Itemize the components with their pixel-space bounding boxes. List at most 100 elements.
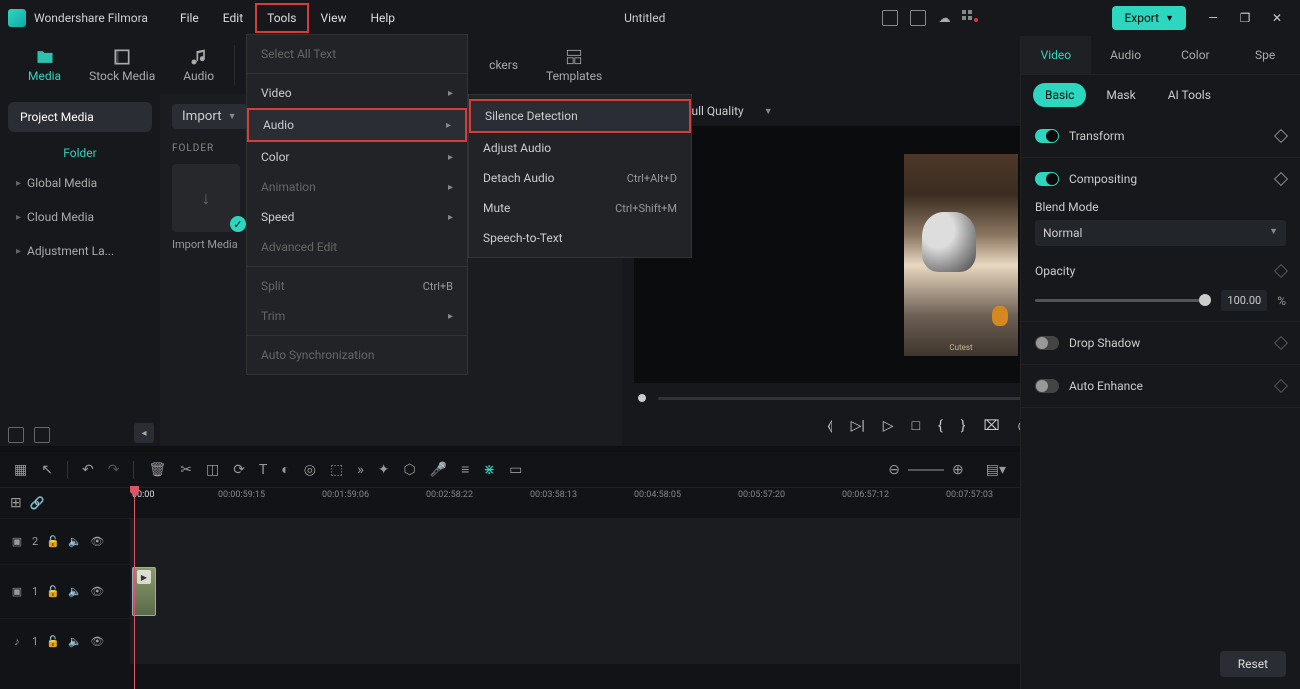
playhead-dot[interactable]	[638, 394, 646, 402]
track-body[interactable]: ▶	[130, 565, 1020, 618]
eye-icon[interactable]: 👁	[90, 585, 104, 599]
menu-detach-audio[interactable]: Detach AudioCtrl+Alt+D	[469, 163, 691, 193]
menu-adjust-audio[interactable]: Adjust Audio	[469, 133, 691, 163]
text-icon[interactable]: T	[259, 462, 267, 478]
maximize-button[interactable]: ❐	[1238, 11, 1252, 25]
playhead[interactable]	[134, 486, 135, 689]
keyframe-icon[interactable]	[1274, 172, 1288, 186]
menu-view[interactable]: View	[309, 3, 359, 33]
subtab-basic[interactable]: Basic	[1033, 83, 1086, 107]
keyframe-icon[interactable]	[1274, 264, 1288, 278]
prop-tab-audio[interactable]: Audio	[1091, 36, 1161, 74]
prop-tab-color[interactable]: Color	[1161, 36, 1231, 74]
auto-enhance-toggle[interactable]	[1035, 379, 1059, 393]
undo-icon[interactable]: ↶	[82, 462, 94, 478]
opacity-value[interactable]: 100.00	[1221, 290, 1267, 311]
drop-shadow-toggle[interactable]	[1035, 336, 1059, 350]
menu-help[interactable]: Help	[358, 3, 407, 33]
zoom-in-icon[interactable]: ⊕	[952, 462, 964, 478]
apps-grid-icon[interactable]: ▦	[14, 462, 27, 478]
menu-speed[interactable]: Speed▸	[247, 202, 467, 232]
tab-stickers[interactable]: ckers	[477, 52, 530, 78]
menu-select-all-text[interactable]: Select All Text	[247, 39, 467, 69]
video-clip[interactable]: ▶	[132, 567, 156, 616]
prop-tab-video[interactable]: Video	[1021, 36, 1091, 74]
mask-icon[interactable]: ◎	[304, 462, 316, 478]
lock-icon[interactable]: 🔓	[46, 635, 60, 649]
stop-button[interactable]: □	[912, 417, 920, 434]
mixer-icon[interactable]: ≡	[461, 461, 469, 478]
auto-beat-icon[interactable]: ⋇	[483, 462, 495, 478]
speed-icon[interactable]: ⟳	[233, 462, 245, 478]
cloud-icon[interactable]: ☁	[938, 11, 950, 25]
tab-stock-media[interactable]: Stock Media	[77, 41, 167, 89]
play-button[interactable]: ▷	[883, 418, 894, 434]
project-media-header[interactable]: Project Media	[8, 102, 152, 132]
save-icon[interactable]	[910, 10, 926, 26]
import-button[interactable]: Import▼	[172, 104, 247, 129]
transform-toggle[interactable]	[1035, 129, 1059, 143]
mute-icon[interactable]: 🔈	[68, 635, 82, 649]
mute-icon[interactable]: 🔈	[68, 535, 82, 549]
tab-templates[interactable]: Templates	[534, 41, 614, 89]
subtab-mask[interactable]: Mask	[1094, 83, 1147, 107]
prev-frame-button[interactable]: ⦉	[827, 418, 832, 434]
step-back-button[interactable]: ▷|	[851, 418, 865, 434]
remove-folder-icon[interactable]	[34, 427, 50, 443]
lock-icon[interactable]: 🔓	[46, 585, 60, 599]
menu-trim[interactable]: Trim▸	[247, 301, 467, 331]
zoom-out-icon[interactable]: ⊖	[888, 462, 900, 478]
menu-auto-sync[interactable]: Auto Synchronization	[247, 340, 467, 370]
delete-icon[interactable]: 🗑	[148, 462, 166, 478]
menu-color[interactable]: Color▸	[247, 142, 467, 172]
zoom-slider[interactable]	[908, 469, 944, 471]
track-add-icon[interactable]: ⊞	[10, 495, 22, 511]
keyframe-icon[interactable]	[1274, 129, 1288, 143]
sidebar-item-adjustment-layer[interactable]: ▸Adjustment La...	[8, 234, 152, 268]
menu-audio[interactable]: Audio▸	[247, 108, 467, 142]
menu-tools[interactable]: Tools	[255, 3, 308, 33]
add-folder-icon[interactable]	[8, 427, 24, 443]
device-icon[interactable]	[882, 10, 898, 26]
eye-icon[interactable]: 👁	[90, 635, 104, 649]
display-icon[interactable]: ⌧	[984, 418, 1000, 434]
mic-icon[interactable]: 🎤	[430, 462, 447, 478]
menu-advanced-edit[interactable]: Advanced Edit	[247, 232, 467, 262]
blend-mode-select[interactable]: Normal▼	[1035, 220, 1286, 246]
cursor-icon[interactable]: ↖	[41, 462, 53, 478]
folder-tab[interactable]: Folder	[8, 140, 152, 166]
menu-split[interactable]: SplitCtrl+B	[247, 271, 467, 301]
menu-video[interactable]: Video▸	[247, 78, 467, 108]
sidebar-item-cloud-media[interactable]: ▸Cloud Media	[8, 200, 152, 234]
shield-icon[interactable]: ⬡	[404, 462, 416, 478]
collapse-sidebar-button[interactable]: ◂	[134, 423, 154, 443]
track-body[interactable]	[130, 519, 1020, 564]
prop-tab-speed[interactable]: Spe	[1230, 36, 1300, 74]
eye-icon[interactable]: 👁	[90, 535, 104, 549]
sidebar-item-global-media[interactable]: ▸Global Media	[8, 166, 152, 200]
tab-audio[interactable]: Audio	[171, 41, 226, 89]
minimize-button[interactable]: —	[1206, 11, 1220, 25]
menu-silence-detection[interactable]: Silence Detection	[469, 99, 691, 133]
more-icon[interactable]: »	[357, 462, 364, 478]
mark-in-button[interactable]: {	[938, 418, 943, 434]
menu-speech-to-text[interactable]: Speech-to-Text	[469, 223, 691, 253]
cut-icon[interactable]: ✂	[180, 462, 192, 478]
menu-animation[interactable]: Animation▸	[247, 172, 467, 202]
crop-icon[interactable]: ◫	[206, 462, 219, 478]
apps-icon[interactable]	[962, 10, 978, 26]
timeline-ruler[interactable]: 00:00 00:00:59:15 00:01:59:06 00:02:58:2…	[130, 488, 1020, 518]
mark-out-button[interactable]: }	[961, 418, 966, 434]
menu-mute[interactable]: MuteCtrl+Shift+M	[469, 193, 691, 223]
link-icon[interactable]: 🔗	[30, 496, 45, 510]
menu-file[interactable]: File	[168, 3, 211, 33]
transform-icon[interactable]: ⬚	[330, 462, 343, 478]
tab-media[interactable]: Media	[16, 41, 73, 89]
redo-icon[interactable]: ↷	[108, 462, 120, 478]
quality-dropdown[interactable]: Full Quality▼	[685, 104, 773, 118]
close-button[interactable]: ✕	[1270, 11, 1284, 25]
effects-icon[interactable]: ✦	[378, 462, 390, 478]
reset-button[interactable]: Reset	[1220, 651, 1286, 677]
media-thumbnail[interactable]: ↓	[172, 164, 240, 232]
track-body[interactable]	[130, 619, 1020, 664]
